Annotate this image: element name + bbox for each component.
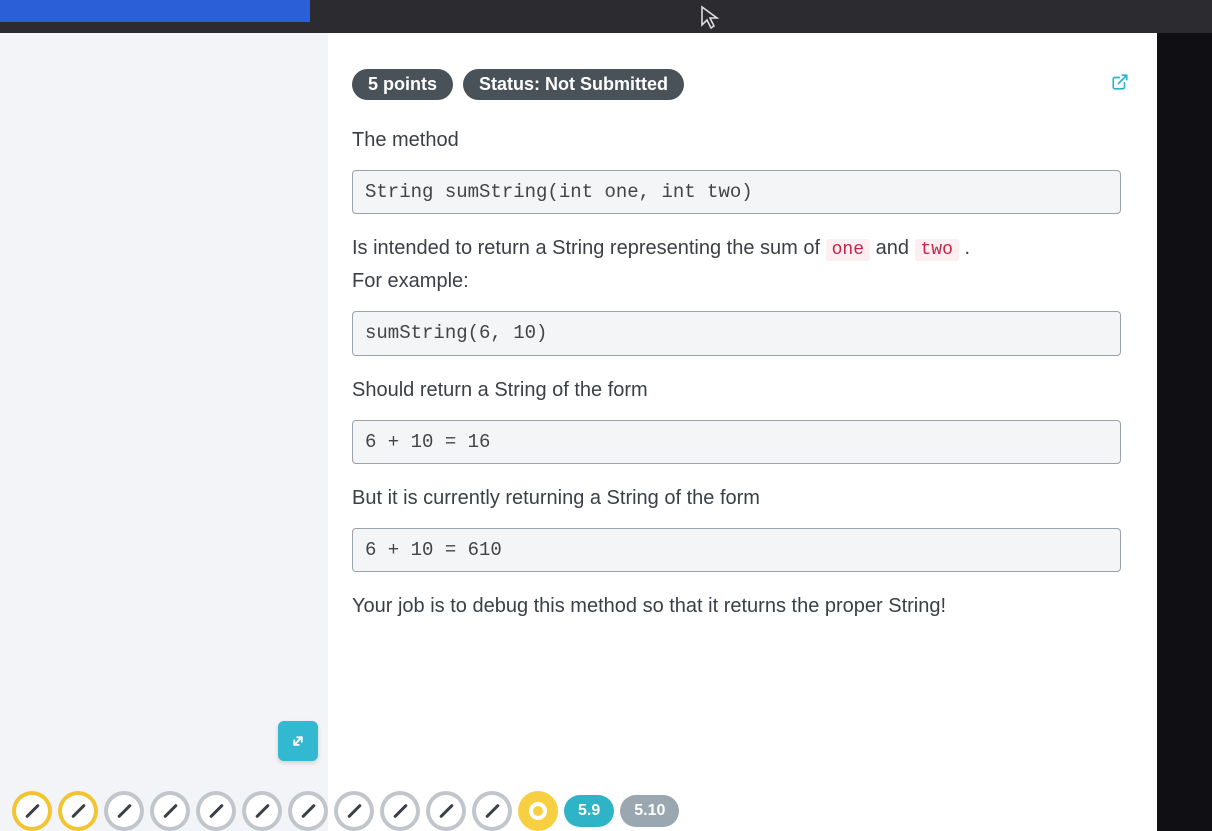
nav-dot-6[interactable] [242,791,282,831]
task-text: Your job is to debug this method so that… [352,590,1121,622]
nav-dot-current-marker[interactable] [518,791,558,831]
nav-dot-7[interactable] [288,791,328,831]
example-label: For example: [352,270,469,292]
nav-dot-5[interactable] [196,791,236,831]
nav-dot-3[interactable] [104,791,144,831]
wrong-output-code: 6 + 10 = 610 [352,528,1121,572]
right-edge-panel [1157,33,1212,831]
nav-dot-8[interactable] [334,791,374,831]
nav-dot-9[interactable] [380,791,420,831]
nav-dot-10[interactable] [426,791,466,831]
nav-dot-4[interactable] [150,791,190,831]
topbar-blue-segment [0,0,310,22]
should-return-text: Should return a String of the form [352,374,1121,406]
nav-current-pill[interactable]: 5.9 [564,795,614,827]
nav-dot-1[interactable] [12,791,52,831]
points-badge: 5 points [352,69,453,100]
inline-code-two: two [915,239,959,261]
nav-dot-11[interactable] [472,791,512,831]
top-bar [0,0,1212,33]
status-badge: Status: Not Submitted [463,69,684,100]
intro-text: The method [352,124,1121,156]
intent-text: Is intended to return a String represent… [352,232,1121,297]
open-external-button[interactable] [1107,69,1133,95]
lesson-nav-footer: 5.9 5.10 [0,791,1157,831]
expand-button[interactable] [278,721,318,761]
inline-code-one: one [826,239,870,261]
but-text: But it is currently returning a String o… [352,482,1121,514]
nav-dot-2[interactable] [58,791,98,831]
problem-text: The method String sumString(int one, int… [352,124,1121,823]
correct-output-code: 6 + 10 = 16 [352,420,1121,464]
left-sidebar [0,33,328,831]
nav-next-pill[interactable]: 5.10 [620,795,679,827]
main-content: 5 points Status: Not Submitted The metho… [328,33,1157,831]
badge-row: 5 points Status: Not Submitted [352,69,1121,100]
example-call-code: sumString(6, 10) [352,311,1121,355]
method-signature-code: String sumString(int one, int two) [352,170,1121,214]
